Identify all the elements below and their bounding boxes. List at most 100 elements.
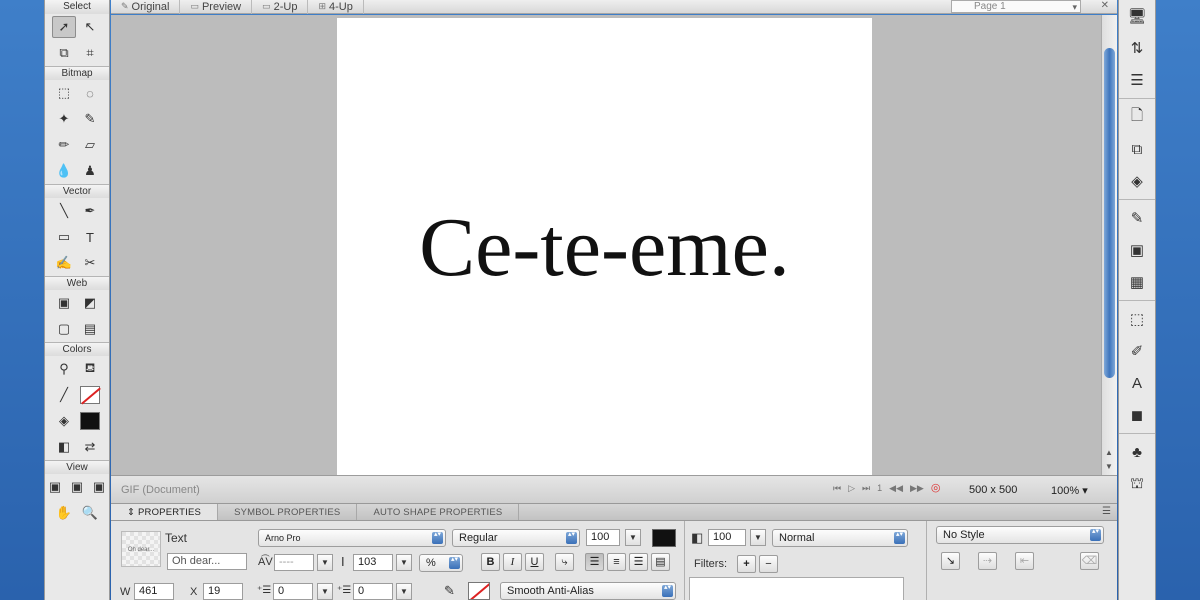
stack-icon[interactable]: ☰ xyxy=(1119,64,1155,96)
swap-colors-icon[interactable]: ⇄ xyxy=(78,436,102,458)
transfer-icon[interactable]: ⇅ xyxy=(1119,32,1155,64)
pencil-tool-icon[interactable]: ✏ xyxy=(52,134,76,156)
document-page[interactable]: Ce-te-eme. xyxy=(337,18,872,475)
font-size-dropdown-icon[interactable]: ▼ xyxy=(625,529,641,546)
eraser-tool-icon[interactable]: ▱ xyxy=(78,134,102,156)
width-field[interactable]: 461 xyxy=(134,583,174,600)
document-size[interactable]: 500 x 500 xyxy=(969,484,1017,496)
hand-tool-icon[interactable]: ✋ xyxy=(52,502,76,524)
stroke-pencil-icon[interactable]: ╱ xyxy=(52,384,76,406)
style-select[interactable]: Regular ▴▾ xyxy=(452,529,580,547)
break-style-link-icon[interactable]: ⇤ xyxy=(1015,552,1034,570)
leading-unit-select[interactable]: % ▴▾ xyxy=(419,554,463,572)
first-frame-icon[interactable]: ⏮ xyxy=(833,483,841,494)
page-selector[interactable]: Page 1 ▾ xyxy=(951,0,1081,13)
style-preset-select[interactable]: No Style ▴▾ xyxy=(936,526,1104,544)
path-icon[interactable]: ✐ xyxy=(1119,335,1155,367)
knife-tool-icon[interactable]: ✂ xyxy=(78,252,102,274)
text-tool-icon[interactable]: T xyxy=(78,226,102,248)
add-filter-button[interactable]: + xyxy=(737,555,756,573)
last-frame-icon[interactable]: ⏭ xyxy=(862,483,870,494)
tab-original[interactable]: ✎ Original xyxy=(111,0,181,14)
canvas-text-object[interactable]: Ce-te-eme. xyxy=(337,198,872,298)
tab-auto-shape-properties[interactable]: AUTO SHAPE PROPERTIES xyxy=(357,504,520,520)
blend-mode-select[interactable]: Normal ▴▾ xyxy=(772,529,908,547)
default-colors-icon[interactable]: ◧ xyxy=(52,436,76,458)
standard-screen-icon[interactable]: ▣ xyxy=(45,476,65,498)
fill-bucket-icon[interactable]: ◈ xyxy=(52,410,76,432)
record-icon[interactable]: ◎ xyxy=(931,481,941,494)
duplicate-page-icon[interactable]: ⧉ xyxy=(1119,133,1155,165)
image-editor-icon[interactable]: ✎ xyxy=(1119,202,1155,234)
align-right-icon[interactable]: ☰ xyxy=(629,553,648,571)
full-screen-icon[interactable]: ▣ xyxy=(89,476,109,498)
blur-tool-icon[interactable]: 💧 xyxy=(52,160,76,182)
text-orientation-icon[interactable]: ⤷ xyxy=(555,553,574,571)
object-name-field[interactable]: Oh dear... xyxy=(167,553,247,570)
freeform-tool-icon[interactable]: ✍ xyxy=(52,252,76,274)
new-style-icon[interactable]: ↘ xyxy=(941,552,960,570)
scroll-up-icon[interactable]: ▲ xyxy=(1105,448,1113,457)
vertical-scrollbar[interactable]: ▲ ▼ xyxy=(1101,15,1117,475)
align-justify-icon[interactable]: ▤ xyxy=(651,553,670,571)
tab-2-up[interactable]: ▭ 2-Up xyxy=(252,0,309,14)
lasso-tool-icon[interactable]: ◌ xyxy=(78,82,102,104)
space-before-dropdown-icon[interactable]: ▼ xyxy=(396,583,412,600)
cube-icon[interactable]: ◼ xyxy=(1119,399,1155,431)
remove-filter-button[interactable]: − xyxy=(759,555,778,573)
bold-button[interactable]: B xyxy=(481,553,500,571)
behaviors-icon[interactable]: ♣ xyxy=(1119,436,1155,468)
layers-icon[interactable]: ◈ xyxy=(1119,165,1155,197)
pointer-tool-icon[interactable]: ➚ xyxy=(52,16,76,38)
italic-button[interactable]: I xyxy=(503,553,522,571)
library-icon[interactable]: ⛫ xyxy=(1119,468,1155,500)
close-icon[interactable]: ✕ xyxy=(1101,0,1109,11)
full-screen-menu-icon[interactable]: ▣ xyxy=(67,476,87,498)
hide-slices-icon[interactable]: ▢ xyxy=(52,318,76,340)
leading-dropdown-icon[interactable]: ▼ xyxy=(396,554,412,571)
anti-alias-select[interactable]: Smooth Anti-Alias ▴▾ xyxy=(500,582,676,600)
paint-bucket-tool-icon[interactable]: ⛾ xyxy=(78,358,102,380)
hotspot-tool-icon[interactable]: ▣ xyxy=(52,292,76,314)
show-slices-icon[interactable]: ▤ xyxy=(78,318,102,340)
stroke-color-swatch[interactable] xyxy=(468,582,490,600)
scale-tool-icon[interactable]: ⧉ xyxy=(52,42,76,64)
play-icon[interactable]: ▷ xyxy=(848,483,855,494)
underline-button[interactable]: U xyxy=(525,553,544,571)
canvas-area[interactable]: Ce-te-eme. xyxy=(111,15,1101,475)
scrollbar-thumb[interactable] xyxy=(1104,48,1115,378)
zoom-level[interactable]: 100% ▾ xyxy=(1051,484,1088,497)
zoom-tool-icon[interactable]: 🔍 xyxy=(78,502,102,524)
filters-list[interactable] xyxy=(689,577,904,600)
scroll-down-icon[interactable]: ▼ xyxy=(1105,462,1113,471)
align-center-icon[interactable]: ≡ xyxy=(607,553,626,571)
leading-field[interactable]: 103 xyxy=(353,554,393,571)
indent-field[interactable]: 0 xyxy=(273,583,313,600)
kerning-field[interactable]: ---- xyxy=(274,554,314,571)
crop-tool-icon[interactable]: ⌗ xyxy=(78,42,102,64)
magic-wand-tool-icon[interactable]: ✦ xyxy=(52,108,76,130)
new-page-icon[interactable]: 🗋 xyxy=(1119,101,1155,133)
tab-preview[interactable]: ▭ Preview xyxy=(180,0,253,14)
text-color-swatch[interactable] xyxy=(652,529,676,547)
delete-style-icon[interactable]: ⌫ xyxy=(1080,552,1099,570)
tab-4-up[interactable]: ⊞ 4-Up xyxy=(308,0,364,14)
kerning-dropdown-icon[interactable]: ▼ xyxy=(317,554,333,571)
align-left-icon[interactable]: ☰ xyxy=(585,553,604,571)
align-icon[interactable]: A xyxy=(1119,367,1155,399)
space-before-field[interactable]: 0 xyxy=(353,583,393,600)
rectangle-tool-icon[interactable]: ▭ xyxy=(52,226,76,248)
font-size-field[interactable]: 100 xyxy=(586,529,620,546)
brush-tool-icon[interactable]: ✎ xyxy=(78,108,102,130)
image-icon[interactable]: ▣ xyxy=(1119,234,1155,266)
tab-properties[interactable]: ⇕ PROPERTIES xyxy=(111,504,219,520)
fill-color-swatch[interactable] xyxy=(78,410,102,432)
indent-dropdown-icon[interactable]: ▼ xyxy=(317,583,333,600)
frames-icon[interactable]: ▦ xyxy=(1119,266,1155,298)
panel-menu-icon[interactable]: ☰ xyxy=(1102,506,1111,517)
monitor-icon[interactable]: 🖥 xyxy=(1119,0,1155,32)
pen-tool-icon[interactable]: ✒ xyxy=(78,200,102,222)
marquee-tool-icon[interactable]: ⬚ xyxy=(52,82,76,104)
font-select[interactable]: Arno Pro ▴▾ xyxy=(258,529,446,547)
x-field[interactable]: 19 xyxy=(203,583,243,600)
